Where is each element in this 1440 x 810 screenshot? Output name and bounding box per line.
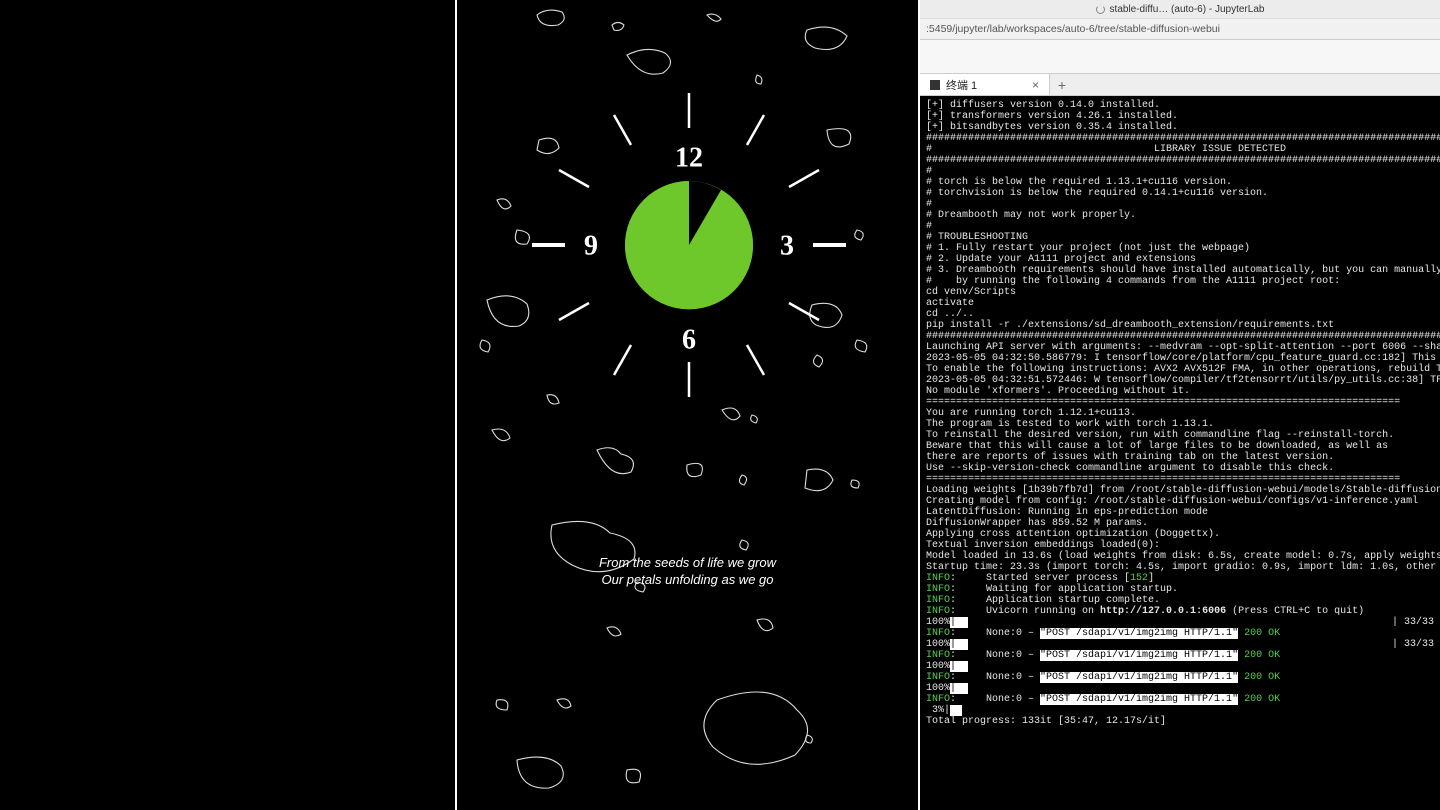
new-tab-button[interactable]: + bbox=[1050, 74, 1074, 95]
address-bar[interactable]: :5459/jupyter/lab/workspaces/auto-6/tree… bbox=[920, 18, 1440, 40]
jupyter-tabbar: 终端 1 × + bbox=[920, 74, 1440, 96]
page-title: stable-diffu… (auto-6) - JupyterLab bbox=[1110, 4, 1265, 15]
poem: From the seeds of life we grow Our petal… bbox=[457, 555, 918, 589]
clock-3: 3 bbox=[780, 230, 794, 261]
clock-panel: 12 3 6 9 From the seeds of life we grow … bbox=[455, 0, 920, 810]
close-icon[interactable]: × bbox=[1032, 78, 1039, 92]
clock-12: 12 bbox=[675, 142, 703, 173]
browser-tab-title: stable-diffu… (auto-6) - JupyterLab bbox=[920, 0, 1440, 18]
jupyter-panel: stable-diffu… (auto-6) - JupyterLab :545… bbox=[920, 0, 1440, 810]
tab-terminal-1[interactable]: 终端 1 × bbox=[920, 74, 1050, 95]
clock-9: 9 bbox=[584, 230, 598, 261]
clock-svg: 12 3 6 9 bbox=[457, 0, 922, 810]
loading-spinner-icon bbox=[1096, 5, 1105, 14]
left-black-panel bbox=[0, 0, 455, 810]
jupyter-toolbar bbox=[920, 40, 1440, 74]
poem-line-1: From the seeds of life we grow bbox=[457, 555, 918, 572]
clock-6: 6 bbox=[682, 324, 696, 355]
poem-line-2: Our petals unfolding as we go bbox=[457, 572, 918, 589]
terminal-output[interactable]: [+] diffusers version 0.14.0 installed.[… bbox=[920, 96, 1440, 810]
terminal-icon bbox=[930, 80, 940, 90]
tab-label: 终端 1 bbox=[946, 77, 977, 93]
address-bar-text: :5459/jupyter/lab/workspaces/auto-6/tree… bbox=[926, 23, 1220, 35]
debris-group bbox=[480, 10, 867, 788]
